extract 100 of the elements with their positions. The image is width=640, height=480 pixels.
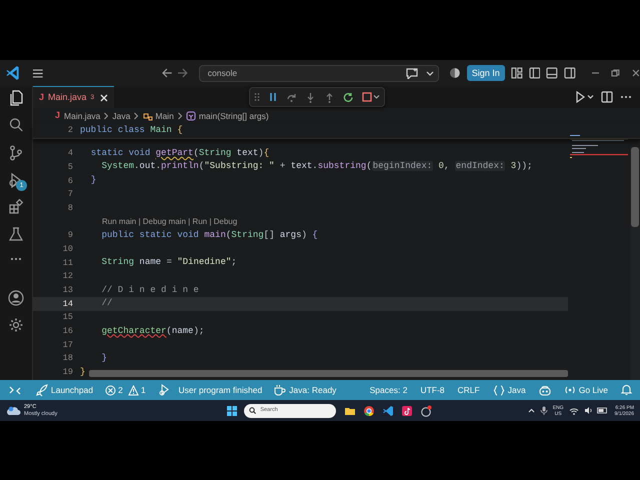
flask-icon[interactable] [8,226,24,242]
line-number: 17 [62,338,73,352]
horizontal-scrollbar[interactable] [89,370,568,377]
account-icon[interactable] [8,290,24,306]
speaker-icon[interactable] [584,406,592,415]
code-line: getCharacter(name); [100,324,204,338]
breadcrumb-item[interactable]: main(String[] args) [198,110,269,122]
tab-label: Main.java [48,90,87,104]
language-mode[interactable]: Java [492,384,526,396]
half-circle-icon[interactable] [449,67,461,79]
line-number: 8 [66,202,73,215]
chevron-down-icon[interactable] [426,70,434,76]
chevron-right-icon [176,112,183,120]
remote-icon[interactable] [9,384,21,396]
source-control-icon[interactable] [8,145,24,161]
battery-icon[interactable] [596,406,608,415]
circle-app-icon[interactable] [420,404,432,416]
files-icon[interactable] [8,90,24,106]
launchpad-button[interactable]: Launchpad [30,380,100,400]
chevron-down-icon[interactable] [587,94,594,100]
breadcrumb-item[interactable]: Java [112,110,130,122]
command-center-search[interactable]: console [198,64,440,82]
cloud-icon [6,404,21,416]
chevron-right-icon [103,112,110,120]
restore-icon[interactable] [611,69,620,77]
line-number: 18 [62,352,73,366]
code-line: // D i n e d i n e [100,284,199,297]
vertical-scrollbar[interactable] [631,146,639,227]
code-lens[interactable]: Run main | Debug main | Run | Debug [102,216,238,228]
search-icon[interactable] [8,117,24,133]
extensions-icon[interactable] [8,199,24,215]
breadcrumb-item[interactable]: Main [155,110,174,122]
step-into-icon[interactable] [305,92,316,102]
class-icon [142,111,154,121]
broadcast-icon [564,385,576,395]
toggle-panel-icon[interactable] [546,67,558,79]
menu-icon[interactable] [32,68,44,78]
vscode-logo-icon [6,65,20,81]
wifi-icon[interactable] [568,406,579,414]
java-file-icon: J [55,109,60,123]
minimize-icon[interactable] [592,70,600,76]
customize-layout-icon[interactable] [510,67,522,79]
drag-handle-icon[interactable] [254,92,260,102]
code-line: System.out.println("Substring: " + text.substring(beginIndex: 0, endIndex: 3)); [100,160,532,174]
pause-icon[interactable] [268,92,278,102]
bell-icon[interactable] [621,384,632,396]
error-icon [105,384,116,396]
code-line: // [100,297,112,310]
braces-icon [492,384,505,396]
go-live-button[interactable]: Go Live [564,384,608,396]
java-status[interactable]: Java: Ready [274,384,336,396]
line-number: 12 [62,270,73,284]
java-file-icon: J [39,90,44,104]
run-icon[interactable] [575,91,585,103]
line-number: 15 [62,311,73,324]
line-number: 6 [66,174,73,188]
minimap-drawing [569,134,629,159]
problems-button[interactable]: 2 1 [99,380,152,400]
stop-icon[interactable] [362,92,372,102]
forward-arrow-icon[interactable] [177,67,189,79]
back-arrow-icon[interactable] [161,67,174,79]
code-line: public static void main(String[] args) { [100,228,318,242]
status-item[interactable]: Spaces: 2 [370,384,408,396]
breadcrumb-item[interactable]: Main.java [64,110,100,122]
split-editor-icon[interactable] [601,91,613,103]
line-number: 9 [66,229,73,242]
coffee-cup-icon [274,384,286,396]
music-note-icon[interactable] [401,404,414,416]
line-number: 13 [62,284,73,297]
settings-icon[interactable] [8,317,24,333]
copilot-icon[interactable] [538,384,551,396]
debug-icon[interactable] [158,384,169,396]
warning-icon [128,384,139,396]
line-number: 19 [62,366,73,379]
chat-sparkle-icon[interactable] [405,67,418,79]
browser-icon[interactable] [363,404,376,416]
sign-in-button[interactable]: Sign In [466,65,505,81]
code-line: } [80,366,86,379]
line-number: 4 [66,147,73,160]
toggle-sidebar-icon[interactable] [528,67,540,79]
step-over-icon[interactable] [286,92,297,102]
method-cube-icon [186,111,196,121]
code-line: } [90,174,96,188]
toggle-secondary-sidebar-icon[interactable] [564,67,576,79]
line-number: 5 [66,160,73,174]
windows-start-icon[interactable] [227,406,238,416]
status-item[interactable]: CRLF [458,384,480,396]
more-icon[interactable] [620,95,632,99]
restart-icon[interactable] [343,92,354,102]
chevron-up-icon[interactable] [528,408,535,413]
vscode-logo-icon[interactable] [382,404,394,416]
microphone-icon[interactable] [540,406,548,415]
debug-status[interactable]: User program finished [178,384,262,396]
step-out-icon[interactable] [324,92,335,102]
code-line: } [100,352,108,366]
more-icon[interactable] [10,257,22,261]
chevron-down-icon[interactable] [373,94,380,100]
status-item[interactable]: UTF-8 [420,384,445,396]
line-number: 14 [62,298,73,310]
line-number: 16 [62,325,73,338]
